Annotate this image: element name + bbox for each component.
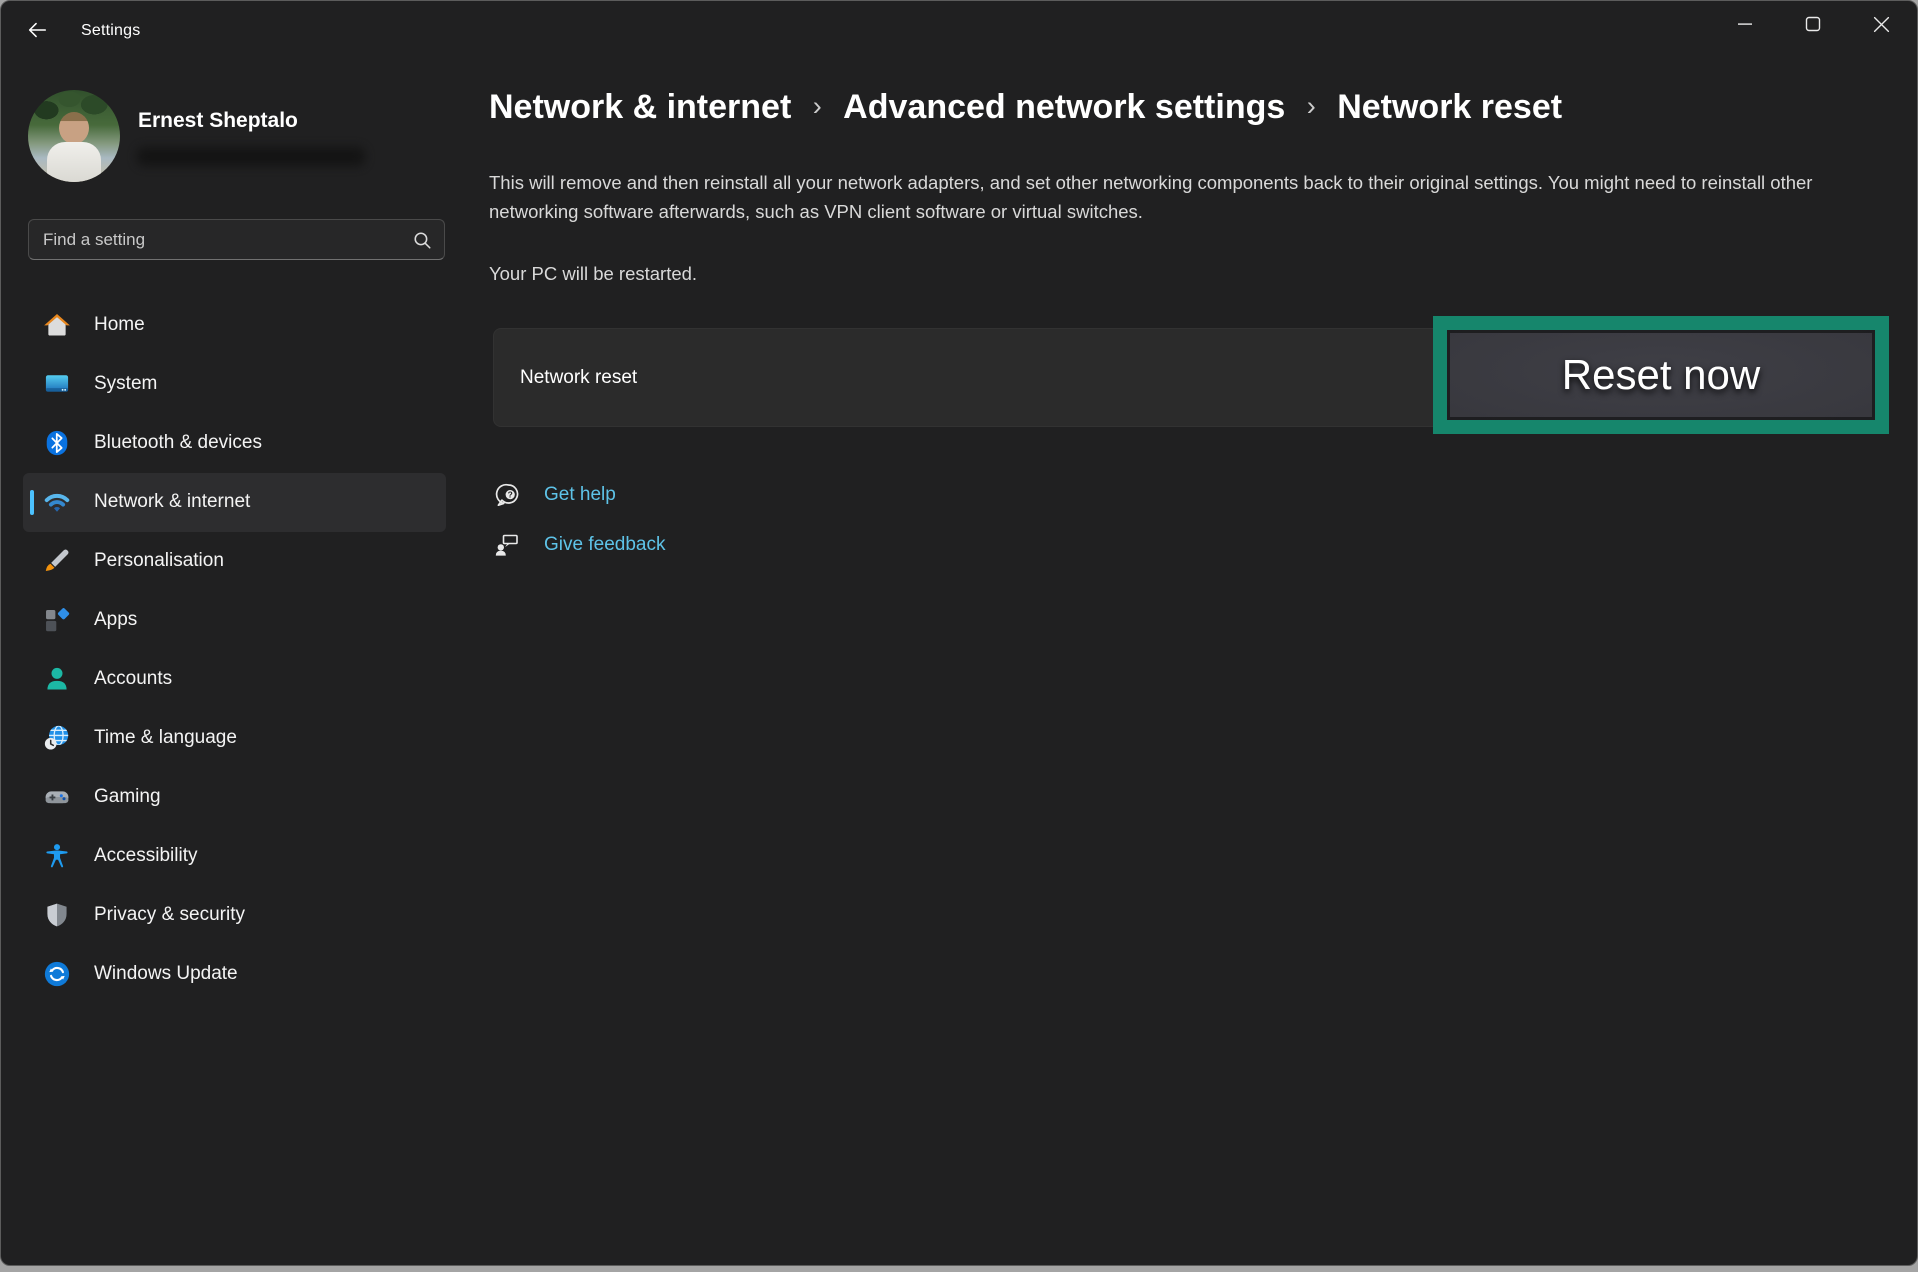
globe-clock-icon <box>43 724 71 752</box>
sidebar-item-gaming[interactable]: Gaming <box>23 768 446 827</box>
system-icon <box>43 370 71 398</box>
breadcrumb: Network & internet › Advanced network se… <box>489 88 1562 127</box>
sidebar-item-time-language[interactable]: Time & language <box>23 709 446 768</box>
close-button[interactable] <box>1847 1 1915 47</box>
sidebar-nav: Home System <box>23 296 446 1004</box>
breadcrumb-network-internet[interactable]: Network & internet <box>489 88 791 126</box>
update-icon <box>43 960 71 988</box>
give-feedback-label: Give feedback <box>544 534 665 556</box>
highlight-box: Reset now <box>1433 316 1889 434</box>
sidebar-item-network-internet[interactable]: Network & internet <box>23 473 446 532</box>
feedback-person-icon <box>494 531 522 559</box>
profile[interactable]: Ernest Sheptalo <box>1 1 461 191</box>
give-feedback-link[interactable]: Give feedback <box>494 528 665 562</box>
get-help-link[interactable]: ? Get help <box>494 478 616 512</box>
maximize-button[interactable] <box>1779 1 1847 47</box>
paintbrush-icon <box>43 547 71 575</box>
breadcrumb-advanced-network-settings[interactable]: Advanced network settings <box>843 88 1285 126</box>
sidebar-item-system[interactable]: System <box>23 355 446 414</box>
search-box <box>28 219 445 260</box>
sidebar-item-privacy-security[interactable]: Privacy & security <box>23 886 446 945</box>
selected-indicator <box>30 490 34 515</box>
sidebar-item-bluetooth-devices[interactable]: Bluetooth & devices <box>23 414 446 473</box>
reset-row-label: Network reset <box>520 367 637 389</box>
get-help-label: Get help <box>544 484 616 506</box>
minimize-button[interactable] <box>1711 1 1779 47</box>
gamepad-icon <box>43 783 71 811</box>
search-input[interactable] <box>29 220 444 259</box>
window-controls <box>1711 1 1915 49</box>
restart-note: Your PC will be restarted. <box>489 263 697 285</box>
home-icon <box>43 311 71 339</box>
sidebar-item-personalisation[interactable]: Personalisation <box>23 532 446 591</box>
help-chat-icon: ? <box>494 481 522 509</box>
person-icon <box>43 665 71 693</box>
redacted-email <box>137 147 365 166</box>
user-name: Ernest Sheptalo <box>138 109 298 133</box>
wifi-icon <box>43 488 71 516</box>
search-icon <box>413 231 432 250</box>
svg-text:?: ? <box>508 490 513 500</box>
avatar <box>28 90 120 182</box>
sidebar-item-apps[interactable]: Apps <box>23 591 446 650</box>
apps-icon <box>43 606 71 634</box>
page-description: This will remove and then reinstall all … <box>489 168 1881 226</box>
sidebar-item-accounts[interactable]: Accounts <box>23 650 446 709</box>
sidebar-item-windows-update[interactable]: Windows Update <box>23 945 446 1004</box>
chevron-separator: › <box>1307 91 1316 121</box>
settings-window: Settings Ernest Sheptalo <box>0 0 1918 1266</box>
accessibility-icon <box>43 842 71 870</box>
reset-now-button[interactable]: Reset now <box>1447 330 1875 420</box>
sidebar-item-home[interactable]: Home <box>23 296 446 355</box>
bluetooth-icon <box>43 429 71 457</box>
shield-icon <box>43 901 71 929</box>
chevron-separator: › <box>813 91 822 121</box>
breadcrumb-network-reset: Network reset <box>1337 88 1562 126</box>
sidebar-item-accessibility[interactable]: Accessibility <box>23 827 446 886</box>
